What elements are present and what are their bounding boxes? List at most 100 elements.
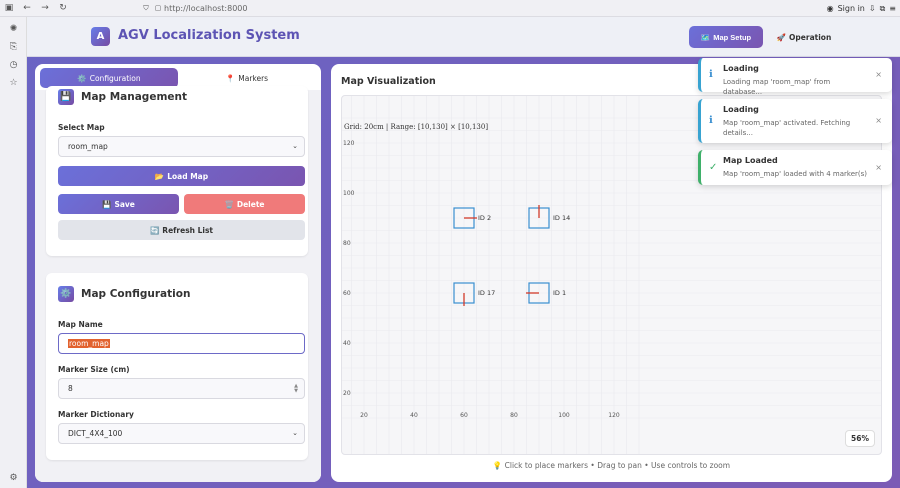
toast-message: Loading map 'room_map' from database... [723, 78, 831, 96]
bookmarks-icon[interactable]: ☆ [0, 74, 27, 92]
toast-title: Loading [723, 105, 759, 114]
info-icon: ℹ [709, 69, 713, 80]
map-configuration-card: ⚙️ Map Configuration Map Name room_map M… [46, 273, 308, 460]
app-title: AGV Localization System [118, 28, 300, 43]
panel-tabs: ⚙️ Configuration 📍 Markers [40, 68, 316, 88]
toast-message: Map 'room_map' activated. Fetching detai… [723, 119, 851, 137]
save-icon: 💾 [102, 199, 112, 209]
close-icon[interactable]: × [875, 70, 882, 79]
floppy-icon: 💾 [58, 89, 74, 105]
marker-size-value: 8 [68, 384, 73, 393]
app-header: A AGV Localization System 🗺️ Map Setup 🚀… [27, 17, 900, 57]
marker-size-input[interactable]: 8 ▲ ▼ [58, 378, 305, 399]
chevron-down-icon: ⌄ [292, 142, 298, 150]
pin-icon: 📍 [225, 73, 236, 83]
select-map-value: room_map [68, 142, 108, 151]
save-label: Save [114, 199, 135, 209]
forward-icon[interactable]: → [36, 0, 54, 17]
map-canvas[interactable]: Grid: 20cm | Range: [10,130] × [10,130] … [341, 95, 882, 455]
history-icon[interactable]: ◷ [0, 56, 27, 74]
delete-label: Delete [236, 199, 265, 209]
info-icon: ℹ [709, 115, 713, 126]
marker-label: ID 17 [478, 289, 495, 297]
shield-icon: ⛉ [143, 3, 149, 12]
toast-map-loaded: ✓ Map Loaded Map 'room_map' loaded with … [698, 150, 892, 185]
browser-sidebar: ✺ ⎘ ◷ ☆ ⚙ [0, 17, 27, 488]
x-tick-label: 20 [360, 412, 368, 419]
toast-title: Map Loaded [723, 156, 778, 165]
gear-icon: ⚙️ [77, 73, 87, 83]
map-hint: 💡 Click to place markers • Drag to pan •… [492, 461, 731, 470]
reload-icon[interactable]: ↻ [54, 0, 72, 17]
browser-toolbar: ▣ ← → ↻ ⛉ ▢ http://localhost:8000 ◉ Sign… [0, 0, 900, 17]
marker-dictionary-value: DICT_4X4_100 [68, 429, 123, 438]
tab-markers[interactable]: 📍 Markers [178, 68, 316, 88]
y-tick-label: 80 [343, 240, 351, 247]
marker-label: ID 1 [553, 289, 566, 297]
zoom-level: 56% [845, 430, 875, 447]
ai-chat-icon[interactable]: ✺ [0, 20, 27, 38]
nav-map-setup-label: Map Setup [713, 32, 752, 42]
toast-loading-1: ℹ Loading Loading map 'room_map' from da… [698, 58, 892, 96]
tab-markers-label: Markers [238, 73, 269, 83]
chevron-down-icon: ⌄ [292, 429, 298, 437]
close-icon[interactable]: × [875, 163, 882, 172]
downloads-icon[interactable]: ⇩ [869, 4, 876, 13]
y-tick-label: 20 [343, 390, 351, 397]
x-tick-label: 100 [558, 412, 570, 419]
map-management-title: Map Management [81, 91, 187, 103]
nav-map-setup-button[interactable]: 🗺️ Map Setup [689, 26, 763, 48]
select-map-label: Select Map [58, 123, 105, 132]
y-tick-label: 40 [343, 340, 351, 347]
tab-configuration-label: Configuration [89, 73, 141, 83]
load-map-button[interactable]: 📂 Load Map [58, 166, 305, 186]
gear-icon: ⚙️ [58, 286, 74, 302]
sidebar-toggle-icon[interactable]: ▣ [0, 0, 18, 17]
page-icon: ▢ [154, 3, 162, 12]
synced-tabs-icon[interactable]: ⎘ [0, 38, 27, 56]
config-scroll-area[interactable]: 💾 Map Management Select Map room_map ⌄ 📂… [35, 86, 321, 482]
marker-label: ID 14 [553, 214, 570, 222]
axis-ticks: 20 40 60 80 100 120 120 100 80 60 40 20 [343, 140, 620, 419]
left-panel: ⚙️ Configuration 📍 Markers 💾 Map Managem… [35, 64, 321, 482]
x-tick-label: 120 [608, 412, 620, 419]
delete-button[interactable]: 🗑️ Delete [184, 194, 305, 214]
grid-info-text: Grid: 20cm | Range: [10,130] × [10,130] [344, 123, 488, 131]
rocket-icon: 🚀 [776, 32, 787, 42]
sign-in-link[interactable]: Sign in [838, 4, 865, 13]
y-tick-label: 60 [343, 290, 351, 297]
back-icon[interactable]: ← [18, 0, 36, 17]
save-button[interactable]: 💾 Save [58, 194, 179, 214]
y-tick-label: 100 [343, 190, 355, 197]
stepper-icon[interactable]: ▲ ▼ [294, 384, 298, 394]
marker-size-label: Marker Size (cm) [58, 365, 130, 374]
nav-operation-button[interactable]: 🚀 Operation [772, 26, 836, 48]
nav-operation-label: Operation [789, 32, 832, 42]
folder-icon: 📂 [154, 171, 165, 181]
account-icon[interactable]: ◉ [827, 4, 834, 13]
map-configuration-header: ⚙️ Map Configuration [58, 286, 190, 302]
map-configuration-title: Map Configuration [81, 288, 191, 300]
map-name-input[interactable]: room_map [58, 333, 305, 354]
x-tick-label: 80 [510, 412, 518, 419]
refresh-list-label: Refresh List [162, 225, 214, 235]
url-bar[interactable]: ⛉ ▢ http://localhost:8000 [140, 1, 810, 15]
marker-dictionary-dropdown[interactable]: DICT_4X4_100 ⌄ [58, 423, 305, 444]
toast-message: Map 'room_map' loaded with 4 marker(s) [723, 170, 868, 178]
select-map-dropdown[interactable]: room_map ⌄ [58, 136, 305, 157]
refresh-icon: 🔄 [149, 225, 160, 235]
map-name-value: room_map [68, 339, 110, 348]
tab-configuration[interactable]: ⚙️ Configuration [40, 68, 178, 88]
extensions-icon[interactable]: ⧉ [880, 4, 886, 14]
marker-dictionary-label: Marker Dictionary [58, 410, 134, 419]
trash-icon: 🗑️ [224, 199, 234, 209]
x-tick-label: 60 [460, 412, 468, 419]
settings-icon[interactable]: ⚙ [0, 469, 27, 487]
close-icon[interactable]: × [875, 116, 882, 125]
menu-icon[interactable]: ≡ [889, 4, 896, 13]
map-visualization-title: Map Visualization [341, 76, 436, 87]
map-management-header: 💾 Map Management [58, 89, 187, 105]
refresh-list-button[interactable]: 🔄 Refresh List [58, 220, 305, 240]
url-text: http://localhost:8000 [164, 3, 248, 13]
load-map-label: Load Map [167, 171, 209, 181]
